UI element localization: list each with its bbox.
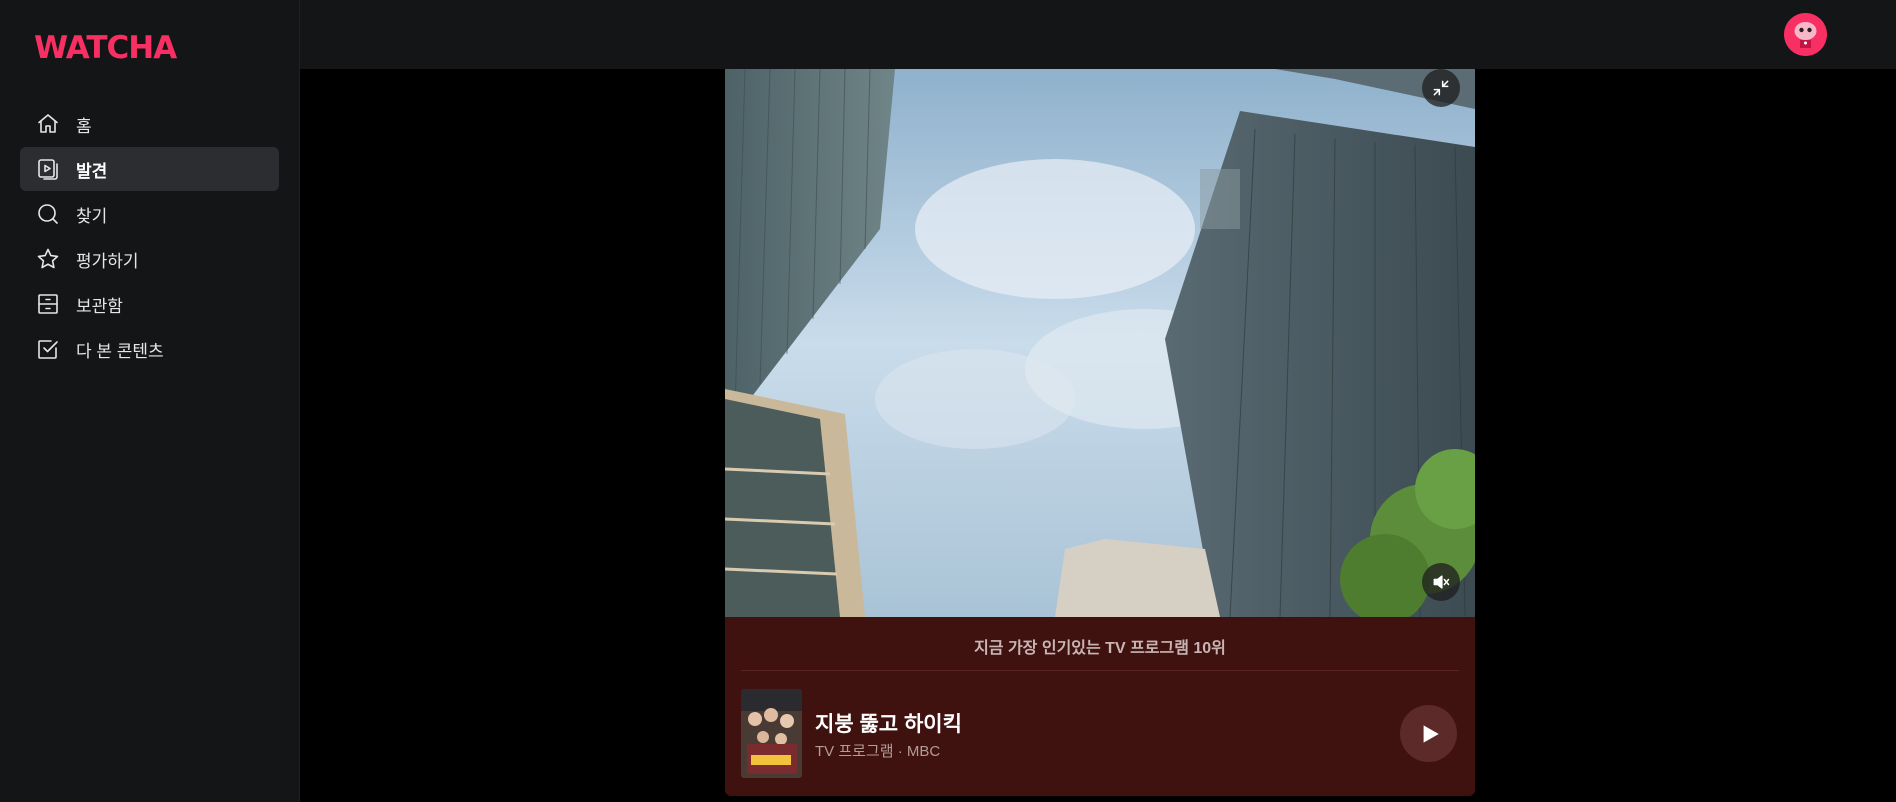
- sidebar-item-watched[interactable]: 다 본 콘텐츠: [20, 327, 279, 371]
- sidebar-item-label: 다 본 콘텐츠: [76, 341, 164, 361]
- top-bar: [300, 0, 1896, 69]
- watcha-logo[interactable]: WATCHA: [34, 30, 177, 66]
- sidebar-item-rate[interactable]: 평가하기: [20, 237, 279, 281]
- video-frame: [725, 69, 1475, 617]
- sidebar: WATCHA 홈 발견 찾기 평가하기 보관함 다 본 콘텐츠: [0, 0, 300, 802]
- sidebar-item-label: 홈: [76, 116, 92, 136]
- sidebar-item-label: 발견: [76, 161, 108, 181]
- play-icon: [1416, 721, 1442, 747]
- profile-avatar-icon[interactable]: [1784, 13, 1827, 56]
- sidebar-item-label: 찾기: [76, 206, 108, 226]
- content-meta: TV 프로그램 · MBC: [815, 743, 941, 760]
- star-icon: [36, 247, 60, 271]
- poster-thumbnail[interactable]: [741, 689, 802, 778]
- sidebar-nav: 홈 발견 찾기 평가하기 보관함 다 본 콘텐츠: [20, 102, 279, 372]
- sidebar-item-home[interactable]: 홈: [20, 102, 279, 146]
- video-player[interactable]: [725, 69, 1475, 617]
- minimize-icon: [1431, 78, 1451, 98]
- archive-icon: [36, 292, 60, 316]
- sidebar-item-discover[interactable]: 발견: [20, 147, 279, 191]
- ranking-label: 지금 가장 인기있는 TV 프로그램 10위: [974, 640, 1226, 657]
- checkbox-icon: [36, 337, 60, 361]
- sidebar-item-label: 평가하기: [76, 251, 139, 271]
- content-info-panel: 지금 가장 인기있는 TV 프로그램 10위 지붕 뚫고 하이킥 TV 프로그램…: [725, 617, 1475, 796]
- mute-icon: [1431, 572, 1451, 592]
- search-icon: [36, 202, 60, 226]
- mute-button[interactable]: [1422, 563, 1460, 601]
- home-icon: [36, 112, 60, 136]
- sidebar-item-search[interactable]: 찾기: [20, 192, 279, 236]
- minimize-button[interactable]: [1422, 69, 1460, 107]
- play-button[interactable]: [1400, 705, 1457, 762]
- discover-icon: [36, 157, 60, 181]
- divider: [741, 670, 1459, 671]
- sidebar-item-archive[interactable]: 보관함: [20, 282, 279, 326]
- content-title[interactable]: 지붕 뚫고 하이킥: [815, 708, 962, 738]
- sidebar-item-label: 보관함: [76, 296, 123, 316]
